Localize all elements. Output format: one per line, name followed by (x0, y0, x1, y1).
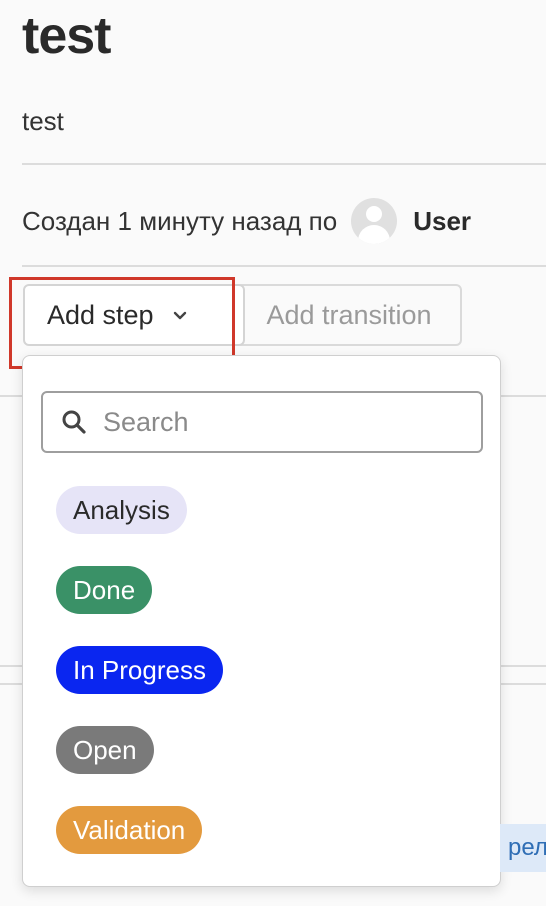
author-name[interactable]: User (413, 203, 471, 239)
search-input[interactable] (101, 405, 445, 439)
created-text: Создан 1 минуту назад по (22, 206, 338, 236)
step-option-analysis[interactable]: Analysis (56, 486, 187, 534)
avatar[interactable] (351, 198, 398, 244)
side-tag[interactable]: рел (500, 824, 546, 872)
add-transition-button[interactable]: Add transition (236, 284, 462, 346)
issue-description: test (22, 106, 64, 136)
avatar-head-shape (366, 206, 383, 222)
divider (22, 265, 546, 267)
created-info: Создан 1 минуту назад по User (22, 198, 471, 244)
search-field[interactable] (41, 391, 483, 453)
add-step-label: Add step (47, 299, 154, 330)
divider (22, 163, 546, 165)
step-option-validation[interactable]: Validation (56, 806, 203, 854)
add-step-button[interactable]: Add step (23, 284, 245, 346)
page-title: test (22, 7, 111, 65)
avatar-body-shape (358, 225, 391, 244)
step-option-open[interactable]: Open (56, 726, 154, 774)
issue-page: test test Создан 1 минуту назад по User … (0, 0, 546, 906)
chevron-down-icon (173, 311, 186, 320)
step-option-in-progress[interactable]: In Progress (56, 646, 223, 694)
step-option-done[interactable]: Done (56, 566, 153, 614)
search-icon (62, 410, 86, 434)
add-step-dropdown: Analysis Done In Progress Open Validatio… (22, 355, 501, 887)
